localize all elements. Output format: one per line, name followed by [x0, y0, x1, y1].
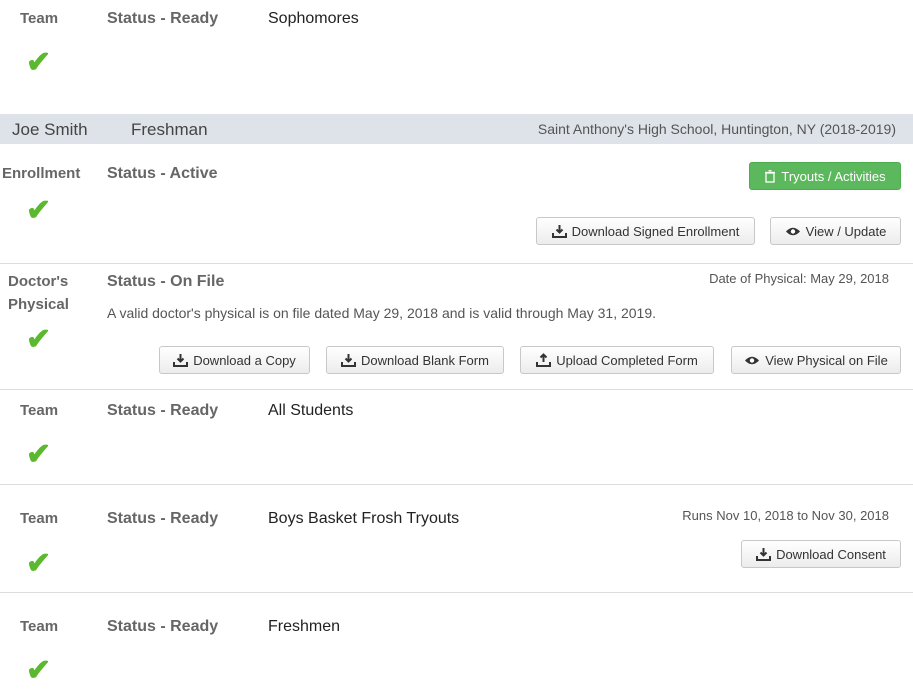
download-consent-button[interactable]: Download Consent [741, 540, 901, 568]
download-copy-label: Download a Copy [193, 352, 296, 368]
enrollment-status: Status - Active [107, 165, 218, 182]
divider [0, 592, 913, 593]
team-label: Team [20, 402, 59, 419]
team-name: All Students [268, 402, 354, 419]
checkmark-icon: ✔ [26, 438, 52, 471]
divider [0, 484, 913, 485]
download-consent-label: Download Consent [776, 546, 886, 562]
team-status: Status - Ready [107, 402, 219, 419]
trash-icon [765, 169, 776, 183]
download-copy-button[interactable]: Download a Copy [159, 346, 310, 374]
team-status: Status - Ready [107, 618, 219, 635]
divider [0, 389, 913, 390]
download-signed-enrollment-button[interactable]: Download Signed Enrollment [536, 217, 755, 245]
download-icon [756, 548, 772, 561]
team-status: Status - Ready [107, 10, 219, 27]
upload-completed-form-label: Upload Completed Form [556, 352, 698, 368]
team-name: Boys Basket Frosh Tryouts [268, 510, 460, 527]
view-update-button[interactable]: View / Update [770, 217, 901, 245]
school-name: Saint Anthony's High School, Huntington,… [537, 121, 896, 137]
student-grade: Freshman [131, 120, 208, 139]
checkmark-icon: ✔ [26, 654, 52, 687]
view-update-label: View / Update [805, 223, 887, 239]
upload-icon [536, 353, 552, 367]
view-physical-label: View Physical on File [765, 352, 888, 368]
physical-label-line1: Doctor's [8, 273, 69, 290]
physical-status: Status - On File [107, 273, 225, 290]
checkmark-icon: ✔ [26, 547, 52, 580]
tryouts-activities-button[interactable]: Tryouts / Activities [749, 162, 901, 190]
download-blank-form-button[interactable]: Download Blank Form [326, 346, 504, 374]
eye-icon [785, 227, 800, 235]
checkmark-icon: ✔ [26, 194, 52, 227]
checkmark-icon: ✔ [26, 46, 52, 79]
physical-description: A valid doctor's physical is on file dat… [107, 305, 657, 321]
upload-completed-form-button[interactable]: Upload Completed Form [520, 346, 714, 374]
team-label: Team [20, 510, 59, 527]
team-name: Freshmen [268, 618, 341, 635]
view-physical-button[interactable]: View Physical on File [731, 346, 901, 374]
download-blank-form-label: Download Blank Form [361, 352, 489, 368]
team-label: Team [20, 10, 59, 27]
download-icon [173, 354, 189, 367]
download-icon [341, 354, 357, 367]
tryouts-activities-label: Tryouts / Activities [781, 168, 886, 184]
download-icon [551, 225, 567, 238]
student-name: Joe Smith [12, 120, 88, 139]
eye-icon [745, 356, 760, 364]
team-label: Team [20, 618, 59, 635]
physical-date: Date of Physical: May 29, 2018 [709, 271, 889, 286]
checkmark-icon: ✔ [26, 323, 52, 356]
team-status: Status - Ready [107, 510, 219, 527]
team-name: Sophomores [268, 10, 359, 27]
team-run-dates: Runs Nov 10, 2018 to Nov 30, 2018 [682, 508, 889, 523]
physical-label-line2: Physical [8, 296, 69, 313]
divider [0, 263, 913, 264]
enrollment-label: Enrollment [2, 165, 81, 182]
download-signed-enrollment-label: Download Signed Enrollment [571, 223, 740, 239]
